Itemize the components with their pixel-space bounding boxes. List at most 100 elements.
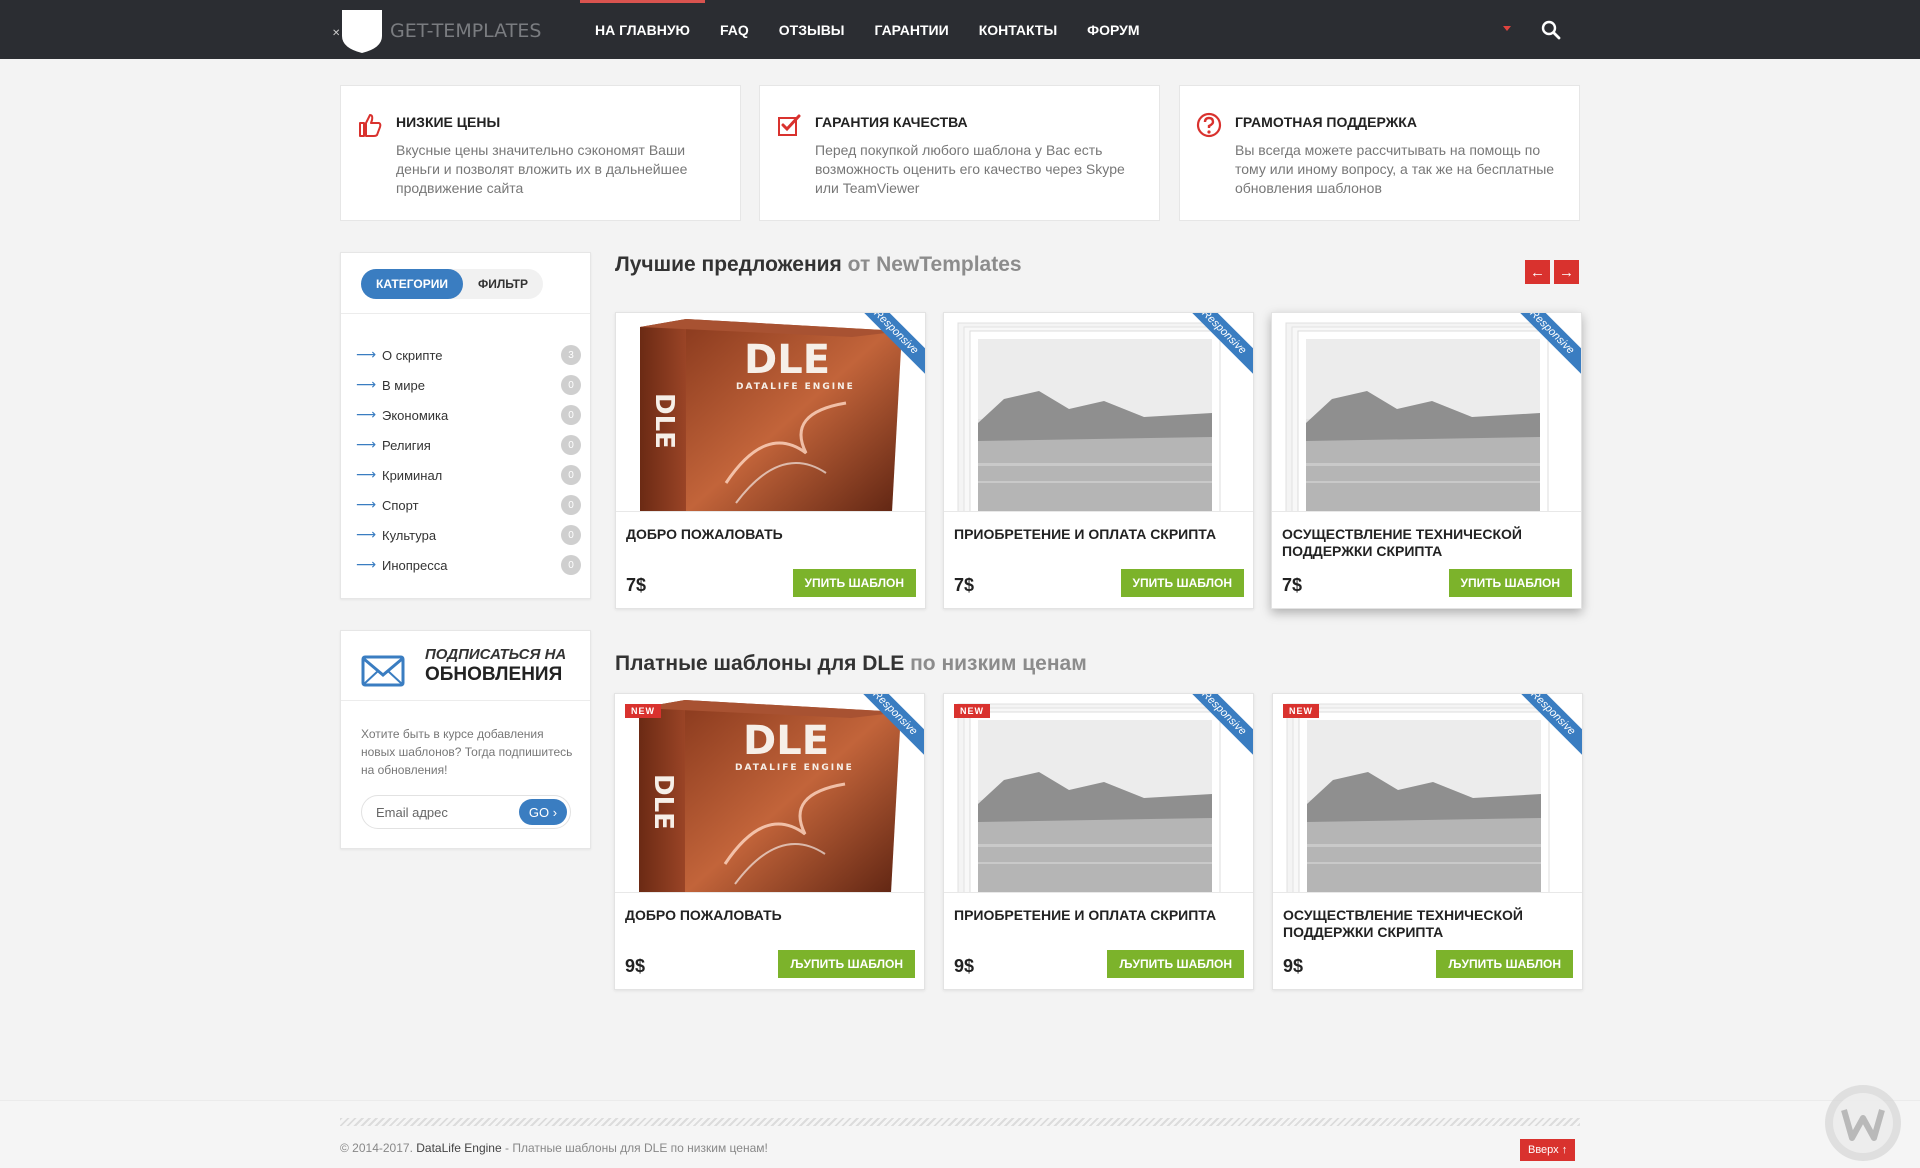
product-title[interactable]: Приобретение и оплата скрипта xyxy=(954,907,1244,924)
nav-faq[interactable]: FAQ xyxy=(705,0,764,59)
arrow-right-icon: ⟶ xyxy=(356,347,377,363)
category-count: 3 xyxy=(561,345,581,365)
category-item[interactable]: ⟶ Спорт 0 xyxy=(356,490,581,520)
arrow-right-icon: → xyxy=(1559,263,1574,281)
category-item[interactable]: ⟶ В мире 0 xyxy=(356,370,581,400)
category-item[interactable]: ⟶ Криминал 0 xyxy=(356,460,581,490)
nav-home[interactable]: На главную xyxy=(580,0,705,59)
product-title[interactable]: Добро пожаловать xyxy=(625,907,915,924)
buy-template-button[interactable]: упить шаблон xyxy=(1448,569,1572,597)
category-item[interactable]: ⟶ Экономика 0 xyxy=(356,400,581,430)
arrow-right-icon: ⟶ xyxy=(356,527,377,543)
subscribe-panel: Подписаться на обновления Хотите быть в … xyxy=(340,630,591,849)
search-icon[interactable] xyxy=(1540,19,1562,41)
slider-prev-button[interactable]: ← xyxy=(1525,260,1550,284)
product-card[interactable]: NEW Responsive Приобретение и оплата скр… xyxy=(943,693,1254,990)
buy-template-button[interactable]: ЉУПИТЬ ШАБЛОН xyxy=(1436,950,1573,978)
buy-template-button[interactable]: ЉУПИТЬ ШАБЛОН xyxy=(778,950,915,978)
product-card[interactable]: NEW Responsive Осуществление технической… xyxy=(1272,693,1583,990)
product-image[interactable]: Responsive xyxy=(1272,313,1581,512)
product-image[interactable]: DLE DATALIFE ENGINE DLE NEW Responsive xyxy=(615,694,924,893)
checkbox-icon xyxy=(778,114,801,136)
category-item[interactable]: ⟶ О скрипте 3 xyxy=(356,340,581,370)
watermark-logo xyxy=(1825,1085,1901,1161)
copyright-brand-link[interactable]: DataLife Engine xyxy=(416,1141,501,1155)
divider xyxy=(341,700,590,701)
nav-contacts[interactable]: Контакты xyxy=(964,0,1072,59)
category-item[interactable]: ⟶ Религия 0 xyxy=(356,430,581,460)
feature-low-prices: Низкие цены Вкусные цены значительно сэк… xyxy=(340,85,741,221)
product-card[interactable]: Responsive Осуществление технической под… xyxy=(1271,312,1582,609)
category-count: 0 xyxy=(561,375,581,395)
arrow-right-icon: ⟶ xyxy=(356,407,377,423)
paid-templates-title: Платные шаблоны для DLE по низким ценам xyxy=(615,652,1087,676)
product-image[interactable]: NEW Responsive xyxy=(944,694,1253,893)
category-item[interactable]: ⟶ Культура 0 xyxy=(356,520,581,550)
product-title[interactable]: Осуществление технической поддержки скри… xyxy=(1283,907,1573,941)
product-price: 9$ xyxy=(1283,956,1304,976)
footer xyxy=(0,1100,1920,1168)
dle-box-image: DLE DATALIFE ENGINE DLE xyxy=(615,694,924,892)
section-title-main: Платные шаблоны для DLE xyxy=(615,652,905,675)
arrow-right-icon: ⟶ xyxy=(356,497,377,513)
site-logo[interactable]: ✕ GET-TEMPLATES xyxy=(332,8,541,54)
divider xyxy=(341,313,590,314)
tab-categories[interactable]: Категории xyxy=(361,269,463,299)
dle-box-image: DLE DATALIFE ENGINE DLE xyxy=(616,313,925,511)
subscribe-go-button[interactable]: GO › xyxy=(519,799,567,825)
question-icon xyxy=(1196,112,1222,138)
caret-down-icon[interactable] xyxy=(1503,26,1511,31)
product-title[interactable]: Приобретение и оплата скрипта xyxy=(954,526,1244,543)
best-offers-title: Лучшие предложения от NewTemplates xyxy=(615,253,1022,277)
nav-guarantees[interactable]: Гарантии xyxy=(860,0,964,59)
section-title-muted: от NewTemplates xyxy=(847,253,1022,276)
svg-text:DATALIFE ENGINE: DATALIFE ENGINE xyxy=(736,382,855,392)
copyright-prefix: © 2014-2017. xyxy=(340,1141,413,1155)
category-label: Инопресса xyxy=(382,557,448,573)
category-label: Спорт xyxy=(382,497,419,513)
buy-template-button[interactable]: упить шаблон xyxy=(1120,569,1244,597)
new-badge: NEW xyxy=(625,704,661,718)
nav-reviews[interactable]: Отзывы xyxy=(764,0,860,59)
product-image[interactable]: DLE DATALIFE ENGINE DLE Responsive xyxy=(616,313,925,512)
subscribe-text: Хотите быть в курсе добавления новых шаб… xyxy=(361,727,573,777)
envelope-icon xyxy=(361,655,405,687)
product-price: 7$ xyxy=(1282,575,1303,595)
slider-next-button[interactable]: → xyxy=(1554,260,1579,284)
product-price: 9$ xyxy=(625,956,646,976)
category-label: В мире xyxy=(382,377,425,393)
category-label: Экономика xyxy=(382,407,449,423)
category-label: Религия xyxy=(382,437,431,453)
product-price: 9$ xyxy=(954,956,975,976)
top-navbar: ✕ GET-TEMPLATES На главную FAQ Отзывы Га… xyxy=(0,0,1920,59)
product-card[interactable]: Responsive Приобретение и оплата скрипта… xyxy=(943,312,1254,609)
scroll-top-button[interactable]: Вверх ↑ xyxy=(1520,1139,1576,1161)
product-price: 7$ xyxy=(954,575,975,595)
product-image[interactable]: Responsive xyxy=(944,313,1253,512)
svg-text:DLE: DLE xyxy=(648,774,678,830)
product-card[interactable]: DLE DATALIFE ENGINE DLE NEW Responsive Д… xyxy=(614,693,925,990)
landscape-placeholder-image xyxy=(944,694,1253,892)
buy-template-button[interactable]: ЉУПИТЬ ШАБЛОН xyxy=(1107,950,1244,978)
product-card[interactable]: DLE DATALIFE ENGINE DLE Responsive Добро… xyxy=(615,312,926,609)
product-image[interactable]: NEW Responsive xyxy=(1273,694,1582,893)
logo-mark: ✕ xyxy=(332,28,341,39)
sidebar-tabs: Категории Фильтр xyxy=(361,269,544,299)
nav-forum[interactable]: Форум xyxy=(1072,0,1154,59)
category-label: О скрипте xyxy=(382,347,443,363)
category-item[interactable]: ⟶ Инопресса 0 xyxy=(356,550,581,580)
product-title[interactable]: Осуществление технической поддержки скри… xyxy=(1282,526,1572,560)
category-count: 0 xyxy=(561,495,581,515)
svg-text:DLE: DLE xyxy=(744,337,830,383)
tab-filter[interactable]: Фильтр xyxy=(463,269,543,299)
category-count: 0 xyxy=(561,525,581,545)
email-field[interactable] xyxy=(376,796,516,828)
arrow-right-icon: ⟶ xyxy=(356,437,377,453)
feature-text: Перед покупкой любого шаблона у Вас есть… xyxy=(815,142,1125,196)
product-price: 7$ xyxy=(626,575,647,595)
product-title[interactable]: Добро пожаловать xyxy=(626,526,916,543)
feature-quality: Гарантия качества Перед покупкой любого … xyxy=(759,85,1160,221)
svg-text:DLE: DLE xyxy=(743,718,829,764)
arrow-right-icon: ⟶ xyxy=(356,467,377,483)
buy-template-button[interactable]: упить шаблон xyxy=(792,569,916,597)
